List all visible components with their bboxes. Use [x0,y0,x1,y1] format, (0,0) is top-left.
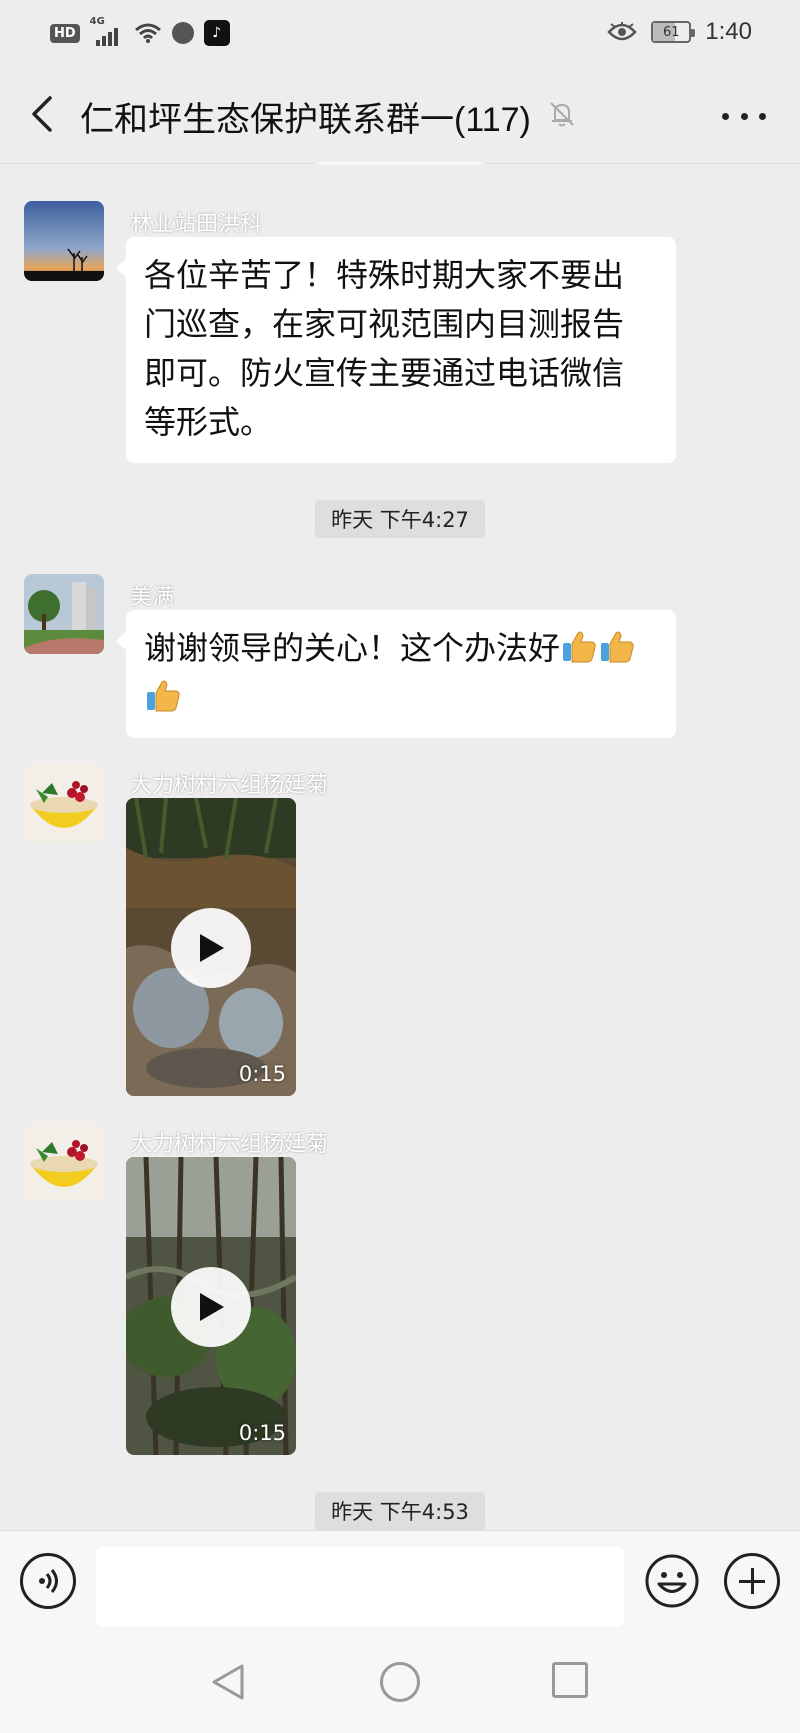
battery-level: 61 [663,24,680,40]
park-avatar [24,574,104,654]
status-left: HD 4G ♪ [50,16,230,46]
fruit-bowl-avatar [24,763,104,843]
video-message[interactable]: 0:15 [126,798,296,1096]
nav-back-icon[interactable] [208,1662,248,1702]
message-line: 各位辛苦了！特殊时期大家不要出 [144,256,625,294]
thumbs-up-icon [560,627,598,665]
status-bar: HD 4G ♪ 61 1:40 [0,0,800,68]
battery-icon: 61 [651,21,696,43]
back-button[interactable] [22,92,62,136]
plus-button[interactable] [724,1553,780,1609]
message-line: 即可。防火宣传主要通过电话微信 [144,354,625,392]
message-input[interactable] [96,1547,624,1627]
bell-muted-icon [550,102,574,127]
status-right: 61 1:40 [607,18,752,46]
video-message[interactable]: 0:15 [126,1157,296,1455]
chat-header: 仁和坪生态保护联系群一(117) [0,68,800,164]
emoji-button[interactable] [644,1553,700,1609]
sunset-avatar [24,201,104,281]
nav-recent-icon[interactable] [552,1662,588,1698]
globe-icon [171,22,194,44]
nav-home-icon[interactable] [380,1662,420,1702]
avatar-sender-2[interactable] [24,574,104,654]
cellular-signal-icon: 4G [90,16,124,46]
avatar-sender-4[interactable] [24,1122,104,1202]
scroll-indicator [316,162,484,165]
avatar-sender-1[interactable] [24,201,104,281]
voice-icon [39,1569,58,1593]
chevron-left-icon [32,96,52,132]
input-bar [0,1530,800,1630]
fruit-bowl-avatar [24,1122,104,1202]
play-icon [200,934,224,962]
play-icon [200,1293,224,1321]
thumbs-up-icon [598,627,636,665]
eye-icon [607,22,637,41]
thumbs-up-icon [144,676,182,714]
timestamp: 昨天 下午4:27 [315,500,485,538]
timestamp: 昨天 下午4:53 [315,1492,485,1530]
sender-name: 美满 [130,585,175,610]
network-type: 4G [89,16,105,27]
avatar-sender-3[interactable] [24,763,104,843]
play-button[interactable] [171,1267,251,1347]
voice-button[interactable] [20,1553,76,1609]
tiktok-icon: ♪ [203,20,230,46]
message-bubble[interactable]: 各位辛苦了！特殊时期大家不要出 门巡查，在家可视范围内目测报告 即可。防火宣传主… [116,237,676,463]
message-line: 门巡查，在家可视范围内目测报告 [144,305,625,343]
message-text: 谢谢领导的关心！这个办法好 [144,629,561,667]
play-button[interactable] [171,908,251,988]
video-duration: 0:15 [238,1421,286,1445]
message-line: 等形式。 [144,403,273,441]
wifi-icon [134,23,161,43]
smiley-icon [645,1554,699,1608]
more-options-button[interactable] [722,98,766,134]
message-bubble[interactable]: 谢谢领导的关心！这个办法好 [116,610,676,738]
sender-name: 大力树村六组杨廷菊 [130,773,329,798]
hd-badge: HD [50,23,80,43]
sender-name: 林业站田洪科 [130,212,263,237]
chat-title: 仁和坪生态保护联系群一(117) [80,101,531,139]
clock: 1:40 [705,18,752,45]
video-duration: 0:15 [238,1062,286,1086]
sender-name: 大力树村六组杨廷菊 [130,1132,329,1157]
more-dots-icon [722,112,729,120]
system-nav-bar [0,1630,800,1733]
